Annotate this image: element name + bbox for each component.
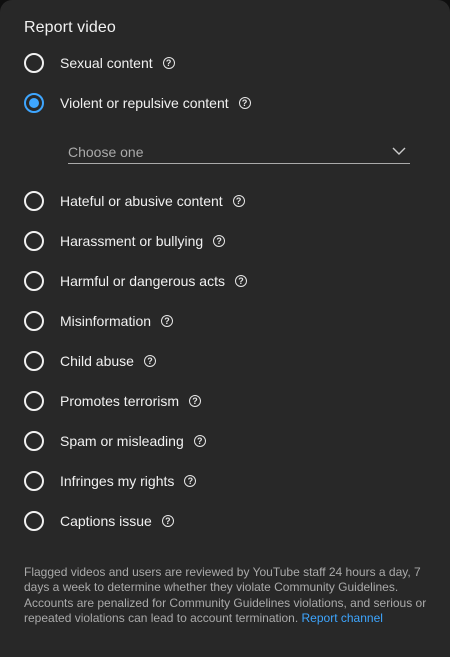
help-circle-icon[interactable]: ? [234,275,247,287]
option-child-abuse[interactable]: Child abuse ? [24,351,156,371]
select-value: Choose one [68,144,144,160]
help-circle-icon[interactable]: ? [213,235,226,247]
option-hateful-content[interactable]: Hateful or abusive content ? [24,191,245,211]
radio-icon[interactable] [24,511,44,531]
help-circle-icon[interactable]: ? [232,195,245,207]
option-label: Hateful or abusive content [60,193,223,209]
report-video-dialog: Report video Sexual content ? Violent or… [0,0,450,657]
option-spam[interactable]: Spam or misleading ? [24,431,206,451]
chevron-down-icon [392,147,406,155]
option-terrorism[interactable]: Promotes terrorism ? [24,391,202,411]
option-sexual-content[interactable]: Sexual content ? [24,53,175,73]
option-label: Misinformation [60,313,152,329]
help-circle-icon[interactable]: ? [162,57,175,69]
help-circle-icon[interactable]: ? [143,355,156,367]
radio-icon[interactable] [24,53,44,73]
report-channel-link[interactable]: Report channel [302,611,383,625]
option-harassment[interactable]: Harassment or bullying ? [24,231,226,251]
radio-icon[interactable] [24,191,44,211]
help-circle-icon[interactable]: ? [193,435,206,447]
dialog-title: Report video [24,19,116,36]
radio-icon[interactable] [24,231,44,251]
option-label: Harassment or bullying [60,233,204,249]
option-violent-content[interactable]: Violent or repulsive content ? [24,93,251,113]
subreason-select[interactable]: Choose one [68,140,410,164]
radio-checked-icon[interactable] [24,93,44,113]
help-circle-icon[interactable]: ? [189,395,202,407]
footer-notice: Flagged videos and users are reviewed by… [24,565,428,627]
radio-icon[interactable] [24,271,44,291]
option-misinformation[interactable]: Misinformation ? [24,311,174,331]
radio-icon[interactable] [24,431,44,451]
option-captions-issue[interactable]: Captions issue ? [24,511,174,531]
radio-icon[interactable] [24,311,44,331]
help-circle-icon[interactable]: ? [184,475,197,487]
option-label: Captions issue [60,513,152,529]
option-infringes-rights[interactable]: Infringes my rights ? [24,471,197,491]
option-label: Harmful or dangerous acts [60,273,225,289]
option-label: Promotes terrorism [60,393,180,409]
option-label: Child abuse [60,353,134,369]
help-circle-icon[interactable]: ? [161,315,174,327]
option-label: Spam or misleading [60,433,184,449]
option-harmful-acts[interactable]: Harmful or dangerous acts ? [24,271,247,291]
radio-icon[interactable] [24,391,44,411]
help-circle-icon[interactable]: ? [238,97,251,109]
option-label: Violent or repulsive content [60,95,229,111]
help-circle-icon[interactable]: ? [161,515,174,527]
option-label: Sexual content [60,55,153,71]
radio-icon[interactable] [24,471,44,491]
option-label: Infringes my rights [60,473,175,489]
radio-icon[interactable] [24,351,44,371]
